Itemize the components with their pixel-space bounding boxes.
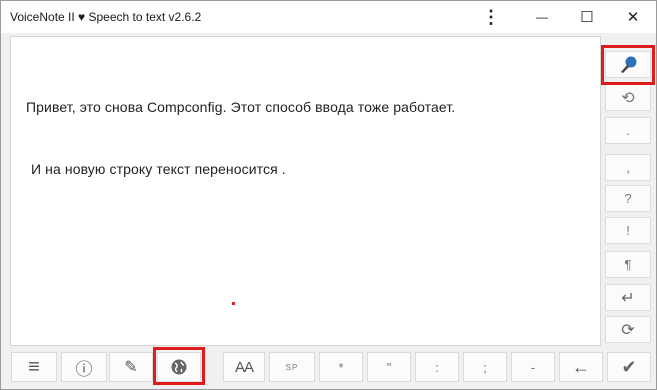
app-window: VoiceNote II ♥ Speech to text v2.6.2 ⋮ —… [0,0,657,390]
editor-line: И на новую строку текст переносится . [31,161,286,177]
title-bar: VoiceNote II ♥ Speech to text v2.6.2 ⋮ —… [1,1,656,33]
question-button[interactable]: ? [605,185,651,212]
text-editor[interactable]: Привет, это снова Compconfig. Этот спосо… [10,36,601,346]
confirm-button[interactable]: ✔ [607,352,651,382]
menu-button[interactable]: ≡ [11,352,57,382]
font-size-button[interactable]: AA [223,352,265,382]
undo-button[interactable]: ⟲ [605,84,651,111]
paragraph-button[interactable]: ¶ [605,251,651,278]
asterisk-button[interactable]: * [319,352,363,382]
space-button[interactable]: SP [269,352,315,382]
dash-button[interactable]: - [511,352,555,382]
info-button[interactable]: ⓘ [61,352,107,382]
redo-button[interactable]: ⟳ [605,316,651,343]
edit-button[interactable]: ✎ [109,352,153,382]
more-menu-button[interactable]: ⋮ [468,1,514,33]
language-button[interactable] [157,352,201,382]
editor-line: Привет, это снова Compconfig. Этот спосо… [26,99,456,115]
semicolon-button[interactable]: ; [463,352,507,382]
backspace-button[interactable]: ← [559,352,603,382]
exclamation-button[interactable]: ! [605,217,651,244]
maximize-button[interactable]: ☐ [564,1,610,33]
text-cursor [232,302,235,305]
comma-button[interactable]: , [605,154,651,181]
period-button[interactable]: . [605,117,651,144]
close-button[interactable]: ✕ [610,1,656,33]
enter-button[interactable]: ↵ [605,284,651,311]
window-title: VoiceNote II ♥ Speech to text v2.6.2 [10,10,202,24]
minimize-button[interactable]: — [519,1,565,33]
quote-button[interactable]: " [367,352,411,382]
colon-button[interactable]: : [415,352,459,382]
globe-icon [171,359,187,375]
microphone-icon [621,56,637,73]
microphone-button[interactable] [605,51,651,78]
